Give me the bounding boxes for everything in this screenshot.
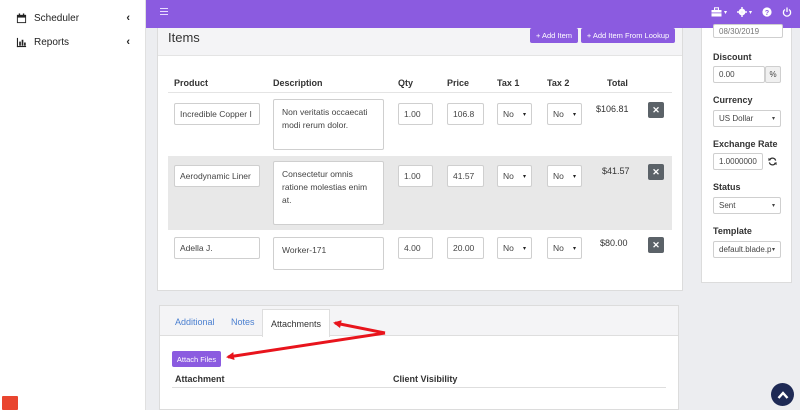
currency-label: Currency <box>713 95 753 105</box>
product-input[interactable]: Adella J. <box>174 237 260 259</box>
menu-icon[interactable] <box>160 8 168 16</box>
svg-text:?: ? <box>765 10 769 17</box>
items-header: Items + Add Item + Add Item From Lookup <box>158 28 682 56</box>
sidebar-item-scheduler[interactable]: Scheduler ‹ <box>0 7 146 29</box>
tab-additional[interactable]: Additional <box>175 317 215 327</box>
currency-select[interactable]: US Dollar ▾ <box>713 110 781 127</box>
settings-menu[interactable]: ▾ <box>736 7 752 17</box>
select-caret-icon: ▾ <box>771 247 775 253</box>
chevron-left-icon: ‹ <box>126 12 130 24</box>
description-textarea[interactable]: Non veritatis occaecati modi rerum dolor… <box>273 99 384 150</box>
app-logo-icon <box>2 396 18 410</box>
tax2-select[interactable]: No ▾ <box>547 103 582 125</box>
select-caret-icon: ▾ <box>522 173 526 180</box>
price-input[interactable]: 41.57 <box>447 165 484 187</box>
column-header-product: Product <box>174 78 209 88</box>
bar-chart-icon <box>16 37 27 47</box>
tax2-select[interactable]: No ▾ <box>547 237 582 259</box>
toolbox-menu[interactable]: ▾ <box>711 7 727 17</box>
tax1-select[interactable]: No ▾ <box>497 165 532 187</box>
date-input[interactable]: 08/30/2019 <box>713 24 783 38</box>
tax1-select[interactable]: No ▾ <box>497 103 532 125</box>
tax1-select[interactable]: No ▾ <box>497 237 532 259</box>
power-icon[interactable] <box>782 7 792 17</box>
select-caret-icon: ▾ <box>771 116 775 122</box>
chevron-left-icon: ‹ <box>126 36 130 48</box>
select-caret-icon: ▾ <box>572 245 576 252</box>
column-header-qty: Qty <box>398 78 414 88</box>
qty-input[interactable]: 4.00 <box>398 237 433 259</box>
sidebar: Scheduler ‹ Reports ‹ <box>0 0 146 410</box>
add-item-button[interactable]: + Add Item <box>530 28 578 43</box>
description-textarea[interactable]: Worker-171 <box>273 237 384 270</box>
column-header-price: Price <box>447 78 470 88</box>
tax2-value: No <box>553 243 564 253</box>
exchange-rate-label: Exchange Rate <box>713 139 778 149</box>
row-total: $80.00 <box>600 238 628 248</box>
template-value: default.blade.p <box>719 245 772 254</box>
column-header-description: Description <box>273 78 323 88</box>
status-label: Status <box>713 182 741 192</box>
column-header-tax1: Tax 1 <box>497 78 520 88</box>
column-header-client-visibility: Client Visibility <box>393 374 458 384</box>
status-value: Sent <box>719 201 736 210</box>
attach-files-button[interactable]: Attach Files <box>172 351 221 367</box>
select-caret-icon: ▾ <box>522 111 526 118</box>
top-navbar: ▾ ▾ ? <box>146 0 800 28</box>
items-title: Items <box>168 30 200 45</box>
tax1-value: No <box>503 109 514 119</box>
help-icon[interactable]: ? <box>762 7 772 17</box>
sidebar-item-label: Reports <box>34 36 70 48</box>
qty-input[interactable]: 1.00 <box>398 165 433 187</box>
template-select[interactable]: default.blade.p ▾ <box>713 241 781 258</box>
product-input[interactable]: Aerodynamic Liner <box>174 165 260 187</box>
delete-row-button[interactable]: ✕ <box>648 164 664 180</box>
tax2-select[interactable]: No ▾ <box>547 165 582 187</box>
discount-label: Discount <box>713 52 752 62</box>
qty-input[interactable]: 1.00 <box>398 103 433 125</box>
tax1-value: No <box>503 171 514 181</box>
tax2-value: No <box>553 171 564 181</box>
sidebar-item-label: Scheduler <box>34 12 80 24</box>
select-caret-icon: ▾ <box>771 203 775 209</box>
refresh-icon[interactable] <box>768 157 777 166</box>
status-select[interactable]: Sent ▾ <box>713 197 781 214</box>
column-header-attachment: Attachment <box>175 374 225 384</box>
toolbox-icon <box>711 7 722 17</box>
discount-unit: % <box>765 66 781 83</box>
chevron-up-icon <box>777 390 788 399</box>
calendar-icon <box>16 12 27 23</box>
currency-value: US Dollar <box>719 114 754 123</box>
invoice-settings-panel: 08/30/2019 Discount 0.00 % Currency US D… <box>701 24 792 283</box>
price-input[interactable]: 106.8 <box>447 103 484 125</box>
tax2-value: No <box>553 109 564 119</box>
exchange-rate-input[interactable]: 1.0000000 <box>713 153 763 170</box>
price-input[interactable]: 20.00 <box>447 237 484 259</box>
delete-row-button[interactable]: ✕ <box>648 102 664 118</box>
select-caret-icon: ▾ <box>572 173 576 180</box>
product-input[interactable]: Incredible Copper I <box>174 103 260 125</box>
items-panel: Items + Add Item + Add Item From Lookup … <box>157 28 683 291</box>
scroll-to-top-button[interactable] <box>771 383 794 406</box>
select-caret-icon: ▾ <box>522 245 526 252</box>
column-header-total: Total <box>607 78 628 88</box>
add-item-from-lookup-button[interactable]: + Add Item From Lookup <box>581 28 675 43</box>
tax1-value: No <box>503 243 514 253</box>
select-caret-icon: ▾ <box>572 111 576 118</box>
discount-input[interactable]: 0.00 <box>713 66 765 83</box>
tab-notes[interactable]: Notes <box>231 317 255 327</box>
settings-icon <box>736 7 747 17</box>
template-label: Template <box>713 226 752 236</box>
description-textarea[interactable]: Consectetur omnis ratione molestias enim… <box>273 161 384 225</box>
attachments-panel: Additional Notes Attachments Attach File… <box>159 305 679 410</box>
delete-row-button[interactable]: ✕ <box>648 237 664 253</box>
sidebar-item-reports[interactable]: Reports ‹ <box>0 31 146 53</box>
row-total: $41.57 <box>602 166 630 176</box>
row-total: $106.81 <box>596 104 629 114</box>
divider <box>172 387 666 388</box>
tab-attachments[interactable]: Attachments <box>262 309 330 337</box>
column-header-tax2: Tax 2 <box>547 78 570 88</box>
